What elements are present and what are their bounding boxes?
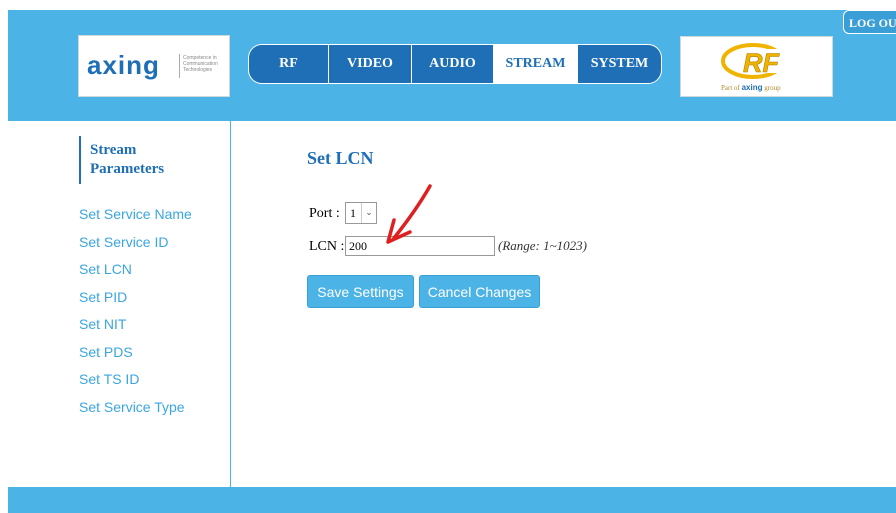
- sidebar-item-set-pid[interactable]: Set PID: [79, 288, 192, 316]
- port-value: 1: [350, 206, 356, 220]
- sidebar-links: Set Service Name Set Service ID Set LCN …: [79, 205, 192, 425]
- page-title: Set LCN: [307, 148, 374, 168]
- sidebar-item-set-pds[interactable]: Set PDS: [79, 343, 192, 371]
- save-settings-button[interactable]: Save Settings: [307, 275, 414, 308]
- tab-video[interactable]: VIDEO: [329, 45, 412, 83]
- sidebar-item-set-service-type[interactable]: Set Service Type: [79, 398, 192, 426]
- sidebar-item-set-service-name[interactable]: Set Service Name: [79, 205, 192, 233]
- logo-separator: [179, 54, 180, 78]
- chevron-down-icon: ⌄: [361, 203, 376, 223]
- sidebar-divider: [230, 121, 231, 487]
- main-nav: RF VIDEO AUDIO STREAM SYSTEM: [248, 44, 662, 84]
- page-margin: [0, 0, 8, 513]
- sidebar-item-set-lcn[interactable]: Set LCN: [79, 260, 192, 288]
- axing-wordmark: axing: [87, 50, 160, 80]
- port-select[interactable]: 1 ⌄: [345, 202, 377, 224]
- axing-logo: axing Competence in Communication Techno…: [78, 35, 230, 97]
- sidebar-item-set-ts-id[interactable]: Set TS ID: [79, 370, 192, 398]
- rf-logo-icon: RF: [721, 43, 785, 79]
- logout-button[interactable]: LOG OUT: [843, 10, 896, 34]
- cancel-changes-button[interactable]: Cancel Changes: [419, 275, 540, 308]
- tab-system[interactable]: SYSTEM: [578, 45, 661, 83]
- range-hint: (Range: 1~1023): [498, 238, 587, 253]
- sidebar-item-set-service-id[interactable]: Set Service ID: [79, 233, 192, 261]
- sidebar-heading: Stream Parameters: [79, 136, 189, 184]
- partner-logo: RF Part of axing group: [680, 36, 833, 97]
- tab-rf[interactable]: RF: [249, 45, 329, 83]
- rf-logo-text: RF: [743, 48, 780, 78]
- axing-tagline: Competence in Communication Technologies: [183, 55, 218, 73]
- partner-subtitle: Part of axing group: [721, 83, 781, 92]
- footer-bar: [8, 487, 896, 513]
- tab-stream[interactable]: STREAM: [494, 45, 578, 83]
- lcn-label: LCN :: [309, 239, 345, 254]
- port-label: Port :: [309, 206, 340, 221]
- tab-audio[interactable]: AUDIO: [412, 45, 494, 83]
- sidebar-item-set-nit[interactable]: Set NIT: [79, 315, 192, 343]
- red-arrow-annotation-icon: [386, 184, 432, 244]
